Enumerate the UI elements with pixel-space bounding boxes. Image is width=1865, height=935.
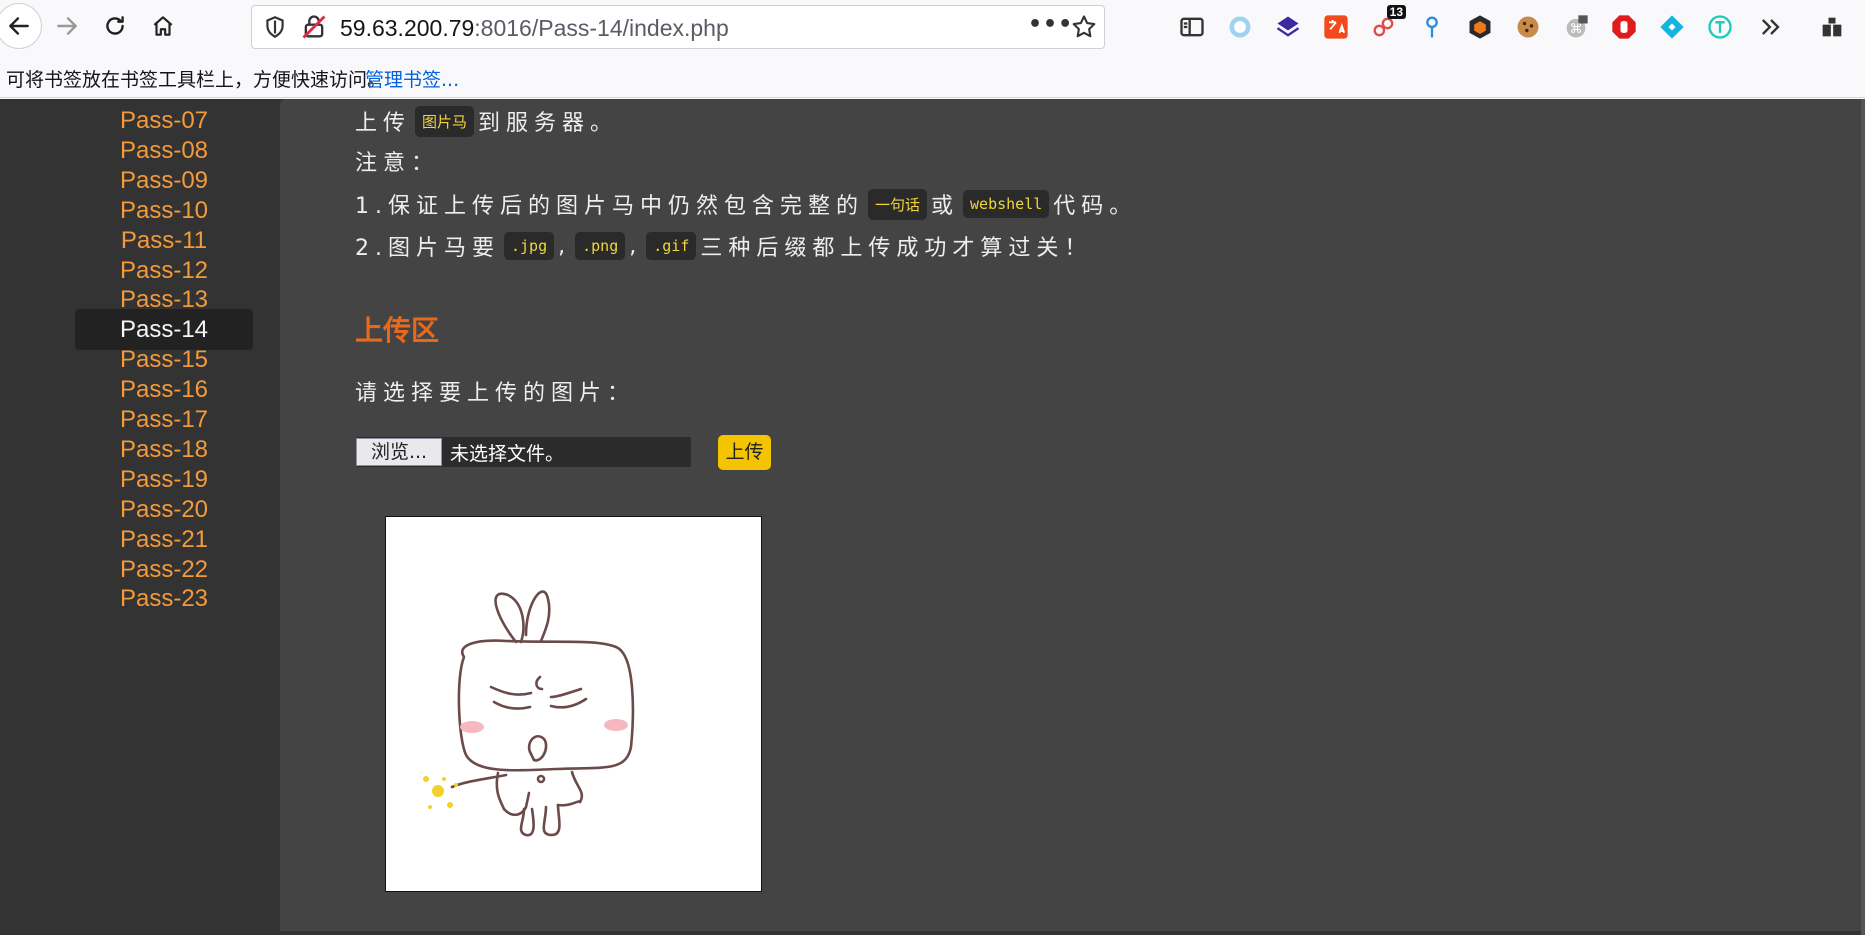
note-label: 注意： [355,151,440,176]
sidebar-item-pass-23[interactable]: Pass-23 [75,578,253,619]
bookmarks-hint: 可将书签放在书签工具栏上，方便快速访问。 [6,69,387,91]
extensions-puzzle-icon[interactable] [1816,11,1848,43]
separator: , [629,233,643,259]
circle-extension-icon[interactable] [1224,11,1256,43]
task-line-1-post: 到服务器。 [478,111,619,136]
task-line-3: 2.图片马要 .jpg, .png, .gif 三种后缀都上传成功才算过关！ [355,230,1092,262]
home-icon [153,16,173,36]
task-line-1-pre: 上传 [355,111,412,136]
url-host: 59.63.200.79 [340,15,475,41]
pin-extension-icon[interactable] [1416,11,1448,43]
task-line-2-mid: 或 [931,194,960,219]
hexagon-extension-icon[interactable] [1464,11,1496,43]
cartoon-rabbit-image [423,590,635,837]
code-gif: .gif [646,232,697,260]
bookmarks-toolbar: 可将书签放在书签工具栏上，方便快速访问。 管理书签... [0,54,1865,98]
cookie-extension-icon[interactable] [1512,11,1544,43]
bookmark-star-icon[interactable] [1070,13,1098,41]
upload-submit-button[interactable]: 上传 [718,435,771,470]
sidebar-toggle-icon[interactable] [1176,11,1208,43]
stop-hand-extension-icon[interactable] [1608,11,1640,43]
t-circle-extension-icon[interactable] [1704,11,1736,43]
command-extension-icon[interactable]: ⌘ [1560,11,1592,43]
code-png: .png [575,232,626,260]
upload-prompt: 请选择要上传的图片： [355,381,636,406]
layers-extension-icon[interactable] [1272,11,1304,43]
manage-bookmarks-link[interactable]: 管理书签... [365,65,459,92]
diamond-extension-icon[interactable] [1656,11,1688,43]
file-input[interactable]: 浏览... 未选择文件。 [356,437,691,467]
no-file-label: 未选择文件。 [450,443,565,465]
reload-button[interactable] [93,4,137,48]
overflow-chevron-icon[interactable] [1755,11,1787,43]
forward-button[interactable] [45,4,89,48]
task-line-1: 上传 图片马 到服务器。 [355,105,618,137]
preview-image [385,516,762,892]
reload-icon [106,16,124,35]
code-one-liner: 一句话 [868,188,928,220]
task-line-2: 1.保证上传后的图片马中仍然包含完整的 一句话或 webshell 代码。 [355,188,1137,220]
back-button[interactable] [0,3,42,49]
main-content: 上传 图片马 到服务器。 注意： 1.保证上传后的图片马中仍然包含完整的 一句话或 we… [280,99,1865,931]
separator: , [558,233,572,259]
task-line-3-post: 三种后缀都上传成功才算过关！ [700,236,1093,261]
page-actions-icon[interactable]: ••• [1028,12,1072,42]
page-body: Pass-07 Pass-08 Pass-09 Pass-10 Pass-11 Pass-… [0,99,1865,935]
code-image-horse: 图片马 [415,105,475,137]
task-line-3-pre: 2.图片马要 [355,236,500,261]
task-line-2-pre: 1.保证上传后的图片马中仍然包含完整的 [355,194,864,219]
task-line-2-post: 代码。 [1053,194,1138,219]
browser-toolbar: 59.63.200.79:8016/Pass-14/index.php ••• … [0,0,1865,54]
pass-menu: Pass-07 Pass-08 Pass-09 Pass-10 Pass-11 Pass-… [0,99,280,935]
arrow-left-icon [9,17,29,35]
svg-text:⌘: ⌘ [1570,22,1583,37]
scrollbar-track[interactable] [1861,99,1865,935]
upload-heading: 上传区 [355,314,440,347]
url-text[interactable]: 59.63.200.79:8016/Pass-14/index.php [340,15,729,42]
home-button[interactable] [141,4,185,48]
arrow-right-icon [57,17,77,35]
translate-extension-icon[interactable] [1320,11,1352,43]
insecure-lock-icon[interactable] [300,13,328,41]
address-bar[interactable]: 59.63.200.79:8016/Pass-14/index.php ••• [251,5,1105,49]
extension-badge: 13 [1386,5,1406,19]
code-webshell: webshell [963,190,1050,218]
code-jpg: .jpg [504,232,555,260]
link-extension-icon[interactable]: 13 [1368,5,1406,43]
tracking-shield-icon[interactable] [262,14,288,40]
browse-button[interactable]: 浏览... [356,438,442,466]
url-path: :8016/Pass-14/index.php [474,15,729,41]
